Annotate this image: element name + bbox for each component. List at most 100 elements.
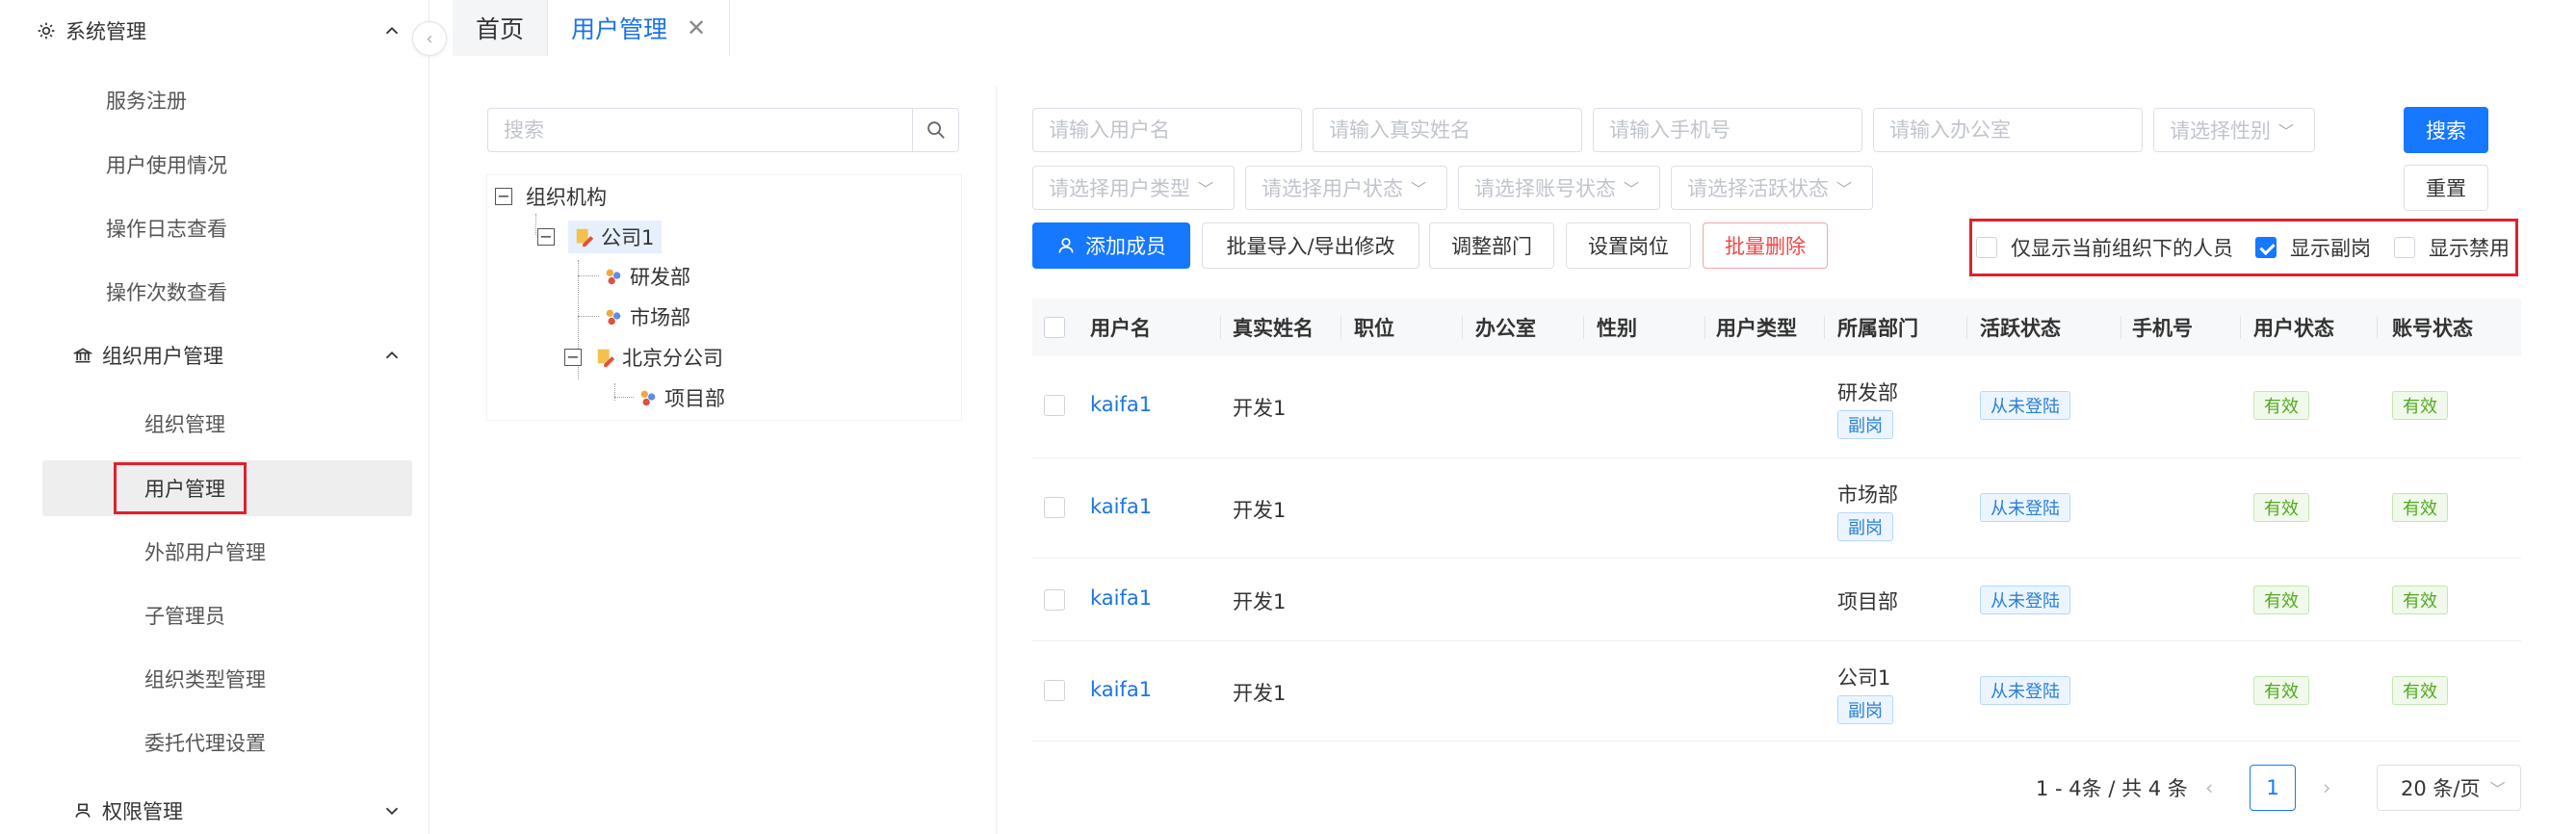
- sidebar-item-opcount[interactable]: 操作次数查看: [0, 274, 429, 309]
- batch-delete-button[interactable]: 批量删除: [1703, 222, 1828, 269]
- col-position[interactable]: 职位: [1354, 299, 1394, 356]
- tree-connector: [614, 397, 634, 398]
- department-tag-cell: 副岗: [1837, 512, 1893, 541]
- realname-field: [1313, 108, 1582, 152]
- next-page-button[interactable]: ›: [2323, 774, 2330, 801]
- username-link[interactable]: kaifa1: [1090, 495, 1152, 518]
- tab-label: 用户管理: [571, 15, 668, 43]
- collapse-toggle-icon[interactable]: −: [564, 349, 582, 366]
- tree-connector: [578, 316, 599, 317]
- col-gender[interactable]: 性别: [1597, 299, 1637, 356]
- user-type-select[interactable]: 请选择用户类型 ﹀: [1032, 166, 1235, 210]
- tree-node-root[interactable]: − 组织机构: [495, 181, 607, 212]
- tree-search-box: [487, 108, 959, 152]
- org-edit-icon: [576, 228, 594, 248]
- phone-input[interactable]: [1609, 118, 1861, 142]
- adjust-dept-button[interactable]: 调整部门: [1429, 222, 1554, 269]
- col-account-status[interactable]: 账号状态: [2392, 299, 2473, 356]
- realname-cell: 开发1: [1233, 590, 1287, 613]
- chevron-up-icon[interactable]: [381, 345, 403, 366]
- tree-node-market[interactable]: 市场部: [603, 300, 690, 333]
- username-link[interactable]: kaifa1: [1090, 586, 1152, 610]
- show-secondary-option[interactable]: 显示副岗: [2255, 234, 2371, 261]
- chevron-down-icon: ﹀: [2278, 122, 2295, 141]
- tree-node-rd[interactable]: 研发部: [603, 260, 690, 293]
- sidebar-group-permission[interactable]: 权限管理: [0, 794, 429, 828]
- only-current-org-option[interactable]: 仅显示当前组织下的人员: [1976, 234, 2233, 261]
- set-post-button[interactable]: 设置岗位: [1566, 222, 1691, 269]
- tree-search-input[interactable]: [488, 109, 912, 151]
- reset-button[interactable]: 重置: [2404, 165, 2488, 211]
- add-member-button[interactable]: 添加成员: [1032, 222, 1190, 269]
- office-input[interactable]: [1889, 118, 2142, 142]
- col-user-type[interactable]: 用户类型: [1716, 299, 1797, 356]
- tree-node-company1[interactable]: − 公司1: [537, 220, 663, 254]
- show-secondary-checkbox[interactable]: [2255, 237, 2277, 258]
- sidebar-item-usage[interactable]: 用户使用情况: [0, 147, 429, 182]
- row-checkbox-cell: [1044, 497, 1065, 518]
- sidebar-item-org-manage[interactable]: 组织管理: [0, 406, 429, 441]
- col-office[interactable]: 办公室: [1475, 299, 1536, 356]
- sidebar-item-org-type[interactable]: 组织类型管理: [0, 662, 429, 696]
- page-size-select[interactable]: 20 条/页 ﹀: [2377, 765, 2521, 811]
- tree-node-project[interactable]: 项目部: [637, 381, 725, 414]
- tree-node-beijing[interactable]: − 北京分公司: [564, 341, 723, 374]
- close-icon[interactable]: ✕: [687, 14, 706, 41]
- sidebar-item-delegation[interactable]: 委托代理设置: [0, 725, 429, 760]
- col-phone[interactable]: 手机号: [2132, 299, 2193, 356]
- tree-search-button[interactable]: [912, 109, 958, 151]
- table-row[interactable]: kaifa1 开发1 研发部 副岗 从未登陆 有效 有效: [1032, 356, 2521, 458]
- row-checkbox[interactable]: [1044, 680, 1065, 701]
- sidebar-item-oplog[interactable]: 操作日志查看: [0, 211, 429, 246]
- show-disabled-option[interactable]: 显示禁用: [2394, 234, 2510, 261]
- pagination-summary: 1 - 4条 / 共 4 条: [2036, 777, 2188, 800]
- col-username[interactable]: 用户名: [1090, 299, 1151, 356]
- col-active-status[interactable]: 活跃状态: [1980, 299, 2061, 356]
- batch-delete-label: 批量删除: [1725, 235, 1806, 258]
- chevron-down-icon: ﹀: [1198, 180, 1214, 198]
- sidebar-group-system[interactable]: 系统管理: [0, 13, 429, 48]
- sidebar-item-external-user[interactable]: 外部用户管理: [0, 534, 429, 569]
- username-input[interactable]: [1049, 118, 1301, 142]
- row-checkbox[interactable]: [1044, 497, 1065, 518]
- chevron-down-icon: ﹀: [1836, 180, 1853, 198]
- only-current-org-checkbox[interactable]: [1976, 237, 1997, 258]
- active-status-select[interactable]: 请选择活跃状态 ﹀: [1671, 166, 1873, 210]
- realname-input[interactable]: [1329, 118, 1581, 142]
- user-status-select[interactable]: 请选择用户状态 ﹀: [1245, 166, 1447, 210]
- batch-import-export-button[interactable]: 批量导入/导出修改: [1202, 222, 1419, 269]
- search-button[interactable]: 搜索: [2404, 107, 2488, 153]
- prev-page-button[interactable]: ‹: [2205, 774, 2213, 801]
- sidebar-item-label: 委托代理设置: [144, 732, 266, 755]
- sidebar-item-service-register[interactable]: 服务注册: [0, 83, 429, 117]
- chevron-down-icon[interactable]: [381, 800, 403, 821]
- account-status-select[interactable]: 请选择账号状态 ﹀: [1458, 166, 1660, 210]
- sidebar-item-sub-admin[interactable]: 子管理员: [0, 598, 429, 633]
- sidebar-item-label: 用户使用情况: [106, 154, 227, 177]
- column-separator: [1966, 316, 1967, 339]
- row-checkbox-cell: [1044, 680, 1065, 701]
- col-user-status[interactable]: 用户状态: [2253, 299, 2334, 356]
- chevron-up-icon[interactable]: [381, 20, 403, 41]
- tab-home[interactable]: 首页: [453, 0, 549, 56]
- row-checkbox[interactable]: [1044, 395, 1065, 416]
- col-department[interactable]: 所属部门: [1837, 299, 1918, 356]
- row-checkbox-cell: [1044, 589, 1065, 611]
- table-row[interactable]: kaifa1 开发1 市场部 副岗 从未登陆 有效 有效: [1032, 458, 2521, 559]
- sidebar-group-org-user[interactable]: 组织用户管理: [0, 338, 429, 373]
- only-current-org-label: 仅显示当前组织下的人员: [2011, 237, 2233, 260]
- table-row[interactable]: kaifa1 开发1 项目部 从未登陆 有效 有效: [1032, 559, 2521, 641]
- row-checkbox[interactable]: [1044, 589, 1065, 611]
- show-disabled-checkbox[interactable]: [2394, 237, 2415, 258]
- page-1-button[interactable]: 1: [2250, 765, 2296, 811]
- gender-select[interactable]: 请选择性别 ﹀: [2153, 108, 2315, 152]
- col-realname[interactable]: 真实姓名: [1233, 299, 1314, 356]
- collapse-toggle-icon[interactable]: −: [495, 188, 512, 205]
- tab-user-manage[interactable]: 用户管理 ✕: [548, 0, 731, 56]
- collapse-toggle-icon[interactable]: −: [537, 228, 555, 246]
- sidebar-collapse-button[interactable]: ‹: [412, 21, 447, 56]
- select-all-checkbox[interactable]: [1044, 317, 1065, 338]
- table-row[interactable]: kaifa1 开发1 公司1 副岗 从未登陆 有效 有效: [1032, 641, 2521, 742]
- username-link[interactable]: kaifa1: [1090, 678, 1152, 701]
- username-link[interactable]: kaifa1: [1090, 393, 1152, 416]
